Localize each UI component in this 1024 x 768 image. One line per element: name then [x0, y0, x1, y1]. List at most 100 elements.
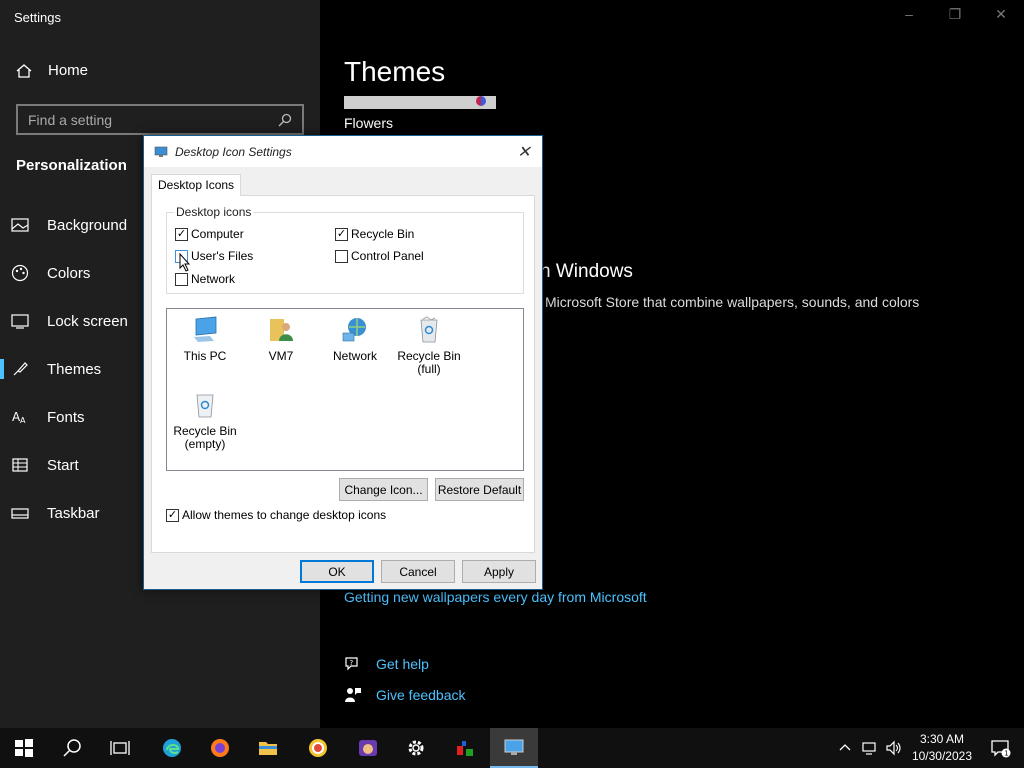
- sidebar-item-label: Background: [47, 216, 128, 234]
- checkbox-box[interactable]: [175, 272, 188, 286]
- tab-panel: Desktop icons ✓ Computer ✓ Recycle Bin U…: [151, 195, 535, 553]
- clock[interactable]: 3:30 AM 10/30/2023: [912, 731, 972, 765]
- character-app-icon: [359, 740, 377, 756]
- icon-label: Recycle Bin (full): [397, 349, 461, 376]
- monitor-icon: [154, 146, 168, 157]
- get-help-link[interactable]: ? Get help: [344, 655, 429, 673]
- checkbox-label: Recycle Bin: [351, 227, 415, 241]
- taskbar-search-button[interactable]: [48, 728, 96, 768]
- checkbox-box[interactable]: ✓: [335, 227, 348, 241]
- give-feedback-link[interactable]: Give feedback: [344, 686, 466, 704]
- tab-desktop-icons[interactable]: Desktop Icons: [151, 174, 242, 196]
- give-feedback-label: Give feedback: [376, 687, 466, 703]
- mouse-cursor-icon: [179, 253, 191, 272]
- checkbox-box[interactable]: ✓: [166, 508, 179, 522]
- taskbar-colorful-app[interactable]: [441, 728, 489, 768]
- recycle-bin-empty-icon: [196, 394, 214, 418]
- colorful-app-icon: [457, 741, 473, 756]
- search-placeholder: Find a setting: [28, 111, 113, 128]
- checkbox-computer[interactable]: ✓ Computer: [175, 227, 244, 241]
- gear-icon: [408, 740, 424, 756]
- icon-network[interactable]: Network: [319, 315, 391, 363]
- wallpaper-link[interactable]: Getting new wallpapers every day from Mi…: [344, 589, 647, 605]
- start-button[interactable]: [0, 728, 48, 768]
- checkbox-network[interactable]: Network: [175, 272, 235, 286]
- change-icon-button[interactable]: Change Icon...: [339, 478, 428, 501]
- restore-default-button[interactable]: Restore Default: [435, 478, 524, 501]
- icon-this-pc[interactable]: This PC: [169, 315, 241, 363]
- recycle-bin-full-icon: [420, 316, 438, 343]
- edge-icon: [163, 739, 181, 757]
- taskbar-settings[interactable]: [392, 728, 440, 768]
- feedback-icon: [345, 688, 361, 702]
- store-heading: n Windows: [540, 261, 633, 282]
- taskbar-icon: [10, 508, 29, 519]
- apply-button[interactable]: Apply: [462, 560, 536, 583]
- network-status-icon[interactable]: [862, 740, 878, 756]
- theme-preview[interactable]: [344, 96, 496, 109]
- app-title: Settings: [14, 10, 61, 25]
- store-description: Microsoft Store that combine wallpapers,…: [545, 294, 920, 310]
- checkbox-label: Control Panel: [351, 249, 424, 263]
- search-input[interactable]: Find a setting: [16, 104, 304, 135]
- icon-label: This PC: [183, 349, 227, 363]
- ok-button[interactable]: OK: [300, 560, 374, 583]
- taskbar-chromium[interactable]: [294, 728, 342, 768]
- task-view-button[interactable]: [96, 728, 144, 768]
- svg-text:A: A: [20, 416, 26, 425]
- chevron-up-icon[interactable]: [838, 741, 852, 755]
- notification-count: 1: [1004, 750, 1008, 758]
- icon-label: Network: [332, 349, 377, 363]
- sidebar-item-label: Themes: [47, 360, 102, 378]
- task-view-icon: [110, 741, 130, 755]
- taskbar-firefox[interactable]: [196, 728, 244, 768]
- checkbox-box[interactable]: [335, 249, 348, 263]
- page-title: Themes: [344, 56, 446, 87]
- sidebar-item-label: Lock screen: [47, 312, 128, 330]
- restore-icon[interactable]: ❐: [944, 6, 966, 23]
- dialog-close-icon[interactable]: ✕: [514, 142, 534, 162]
- section-title: Personalization: [16, 157, 127, 174]
- notification-icon: 1: [991, 740, 1011, 758]
- minimize-icon[interactable]: –: [898, 6, 920, 22]
- taskbar-desktop-icon-settings[interactable]: [490, 728, 538, 768]
- action-center-button[interactable]: 1: [976, 728, 1024, 768]
- checkbox-recycle-bin[interactable]: ✓ Recycle Bin: [335, 227, 414, 241]
- get-help-label: Get help: [376, 656, 429, 672]
- network-icon: [342, 318, 366, 342]
- dialog-titlebar[interactable]: Desktop Icon Settings ✕: [144, 136, 542, 167]
- close-icon[interactable]: ✕: [990, 6, 1012, 23]
- checkbox-label: Allow themes to change desktop icons: [182, 508, 387, 522]
- desktop-icon-settings-dialog: Desktop Icon Settings ✕ Desktop Icons De…: [143, 135, 543, 590]
- system-tray: [838, 728, 902, 768]
- svg-text:?: ?: [350, 659, 354, 667]
- volume-icon[interactable]: [886, 740, 902, 756]
- checkbox-control-panel[interactable]: Control Panel: [335, 249, 424, 263]
- sidebar-item-label: Fonts: [47, 408, 85, 426]
- checkbox-box[interactable]: ✓: [175, 227, 188, 241]
- checkbox-label: User's Files: [191, 249, 254, 263]
- themes-icon: [13, 362, 28, 376]
- search-icon: [63, 739, 81, 757]
- checkbox-label: Network: [191, 272, 236, 286]
- home-nav[interactable]: Home: [16, 62, 88, 79]
- search-icon: [278, 113, 292, 126]
- checkbox-allow-themes[interactable]: ✓ Allow themes to change desktop icons: [166, 508, 386, 522]
- clock-date: 10/30/2023: [911, 749, 972, 763]
- icon-label: VM7: [268, 349, 294, 363]
- windows-logo-icon: [15, 739, 33, 757]
- taskbar-edge[interactable]: [148, 728, 196, 768]
- icon-user-folder[interactable]: VM7: [245, 315, 317, 363]
- clock-time: 3:30 AM: [919, 732, 964, 746]
- taskbar-app-character[interactable]: [344, 728, 392, 768]
- folder-icon: [259, 742, 277, 755]
- icon-preview-pane[interactable]: This PC VM7 Network Recycle Bin (full) R…: [166, 308, 524, 471]
- help-chat-icon: ?: [345, 657, 358, 671]
- browser-icon: [309, 739, 327, 757]
- taskbar-file-explorer[interactable]: [244, 728, 292, 768]
- palette-icon: [11, 264, 28, 282]
- icon-recycle-bin-full[interactable]: Recycle Bin (full): [393, 315, 465, 376]
- icon-recycle-bin-empty[interactable]: Recycle Bin (empty): [169, 390, 241, 451]
- taskbar: 3:30 AM 10/30/2023 1: [0, 728, 1024, 768]
- cancel-button[interactable]: Cancel: [381, 560, 455, 583]
